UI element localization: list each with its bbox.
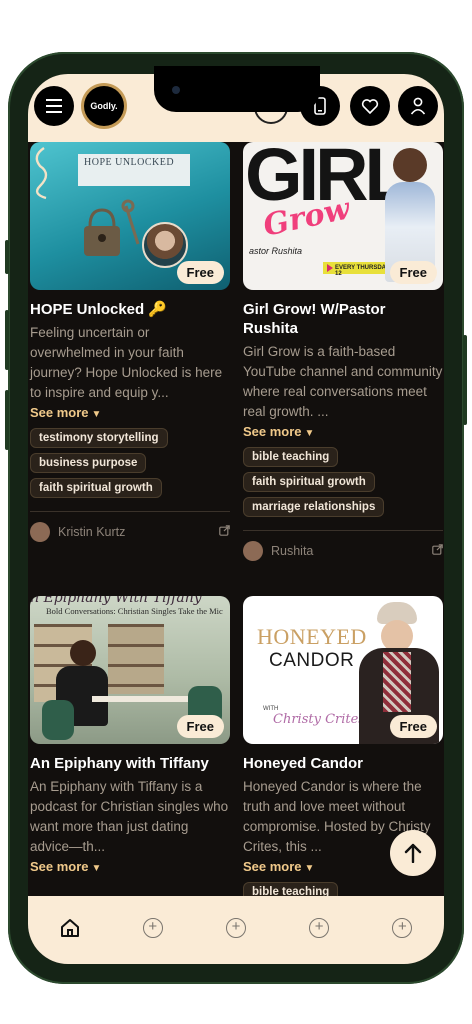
app-logo[interactable]: Godly. xyxy=(84,86,124,126)
swirl-icon xyxy=(35,147,48,200)
heart-icon xyxy=(361,99,379,114)
host-scarf xyxy=(383,652,411,712)
host-head xyxy=(393,148,427,182)
nav-add[interactable]: + xyxy=(299,916,339,940)
cover-image[interactable]: HOPE UNLOCKED Free xyxy=(30,142,230,290)
tag-list: bible teaching faith spiritual growth ma… xyxy=(243,447,443,522)
chevron-down-icon: ▼ xyxy=(304,863,315,874)
card-description: Feeling uncertain or overwhelmed in your… xyxy=(30,325,223,400)
card-title[interactable]: An Epiphany with Tiffany xyxy=(30,754,230,773)
tag[interactable]: bible teaching xyxy=(243,882,339,896)
tag[interactable]: faith spiritual growth xyxy=(243,472,375,492)
chevron-down-icon: ▼ xyxy=(304,428,315,439)
free-badge: Free xyxy=(389,261,437,284)
nav-add[interactable]: + xyxy=(133,916,173,940)
arrow-up-icon xyxy=(404,843,422,863)
cover-subtitle: astor Rushita xyxy=(249,246,303,256)
host-head xyxy=(70,640,96,666)
author-row[interactable]: Kristin Kurtz xyxy=(30,522,230,542)
favorites-button[interactable] xyxy=(350,86,390,126)
scroll-to-top-button[interactable] xyxy=(390,830,436,876)
nav-add[interactable]: + xyxy=(382,916,422,940)
divider xyxy=(30,511,230,512)
plus-circle-icon: + xyxy=(392,918,413,938)
side-button xyxy=(463,335,467,425)
card-title[interactable]: Girl Grow! W/Pastor Rushita xyxy=(243,300,443,338)
free-badge: Free xyxy=(389,715,437,738)
cover-title-2: CANDOR xyxy=(269,650,355,671)
see-more-label: See more xyxy=(30,405,89,420)
cover-title: An Epiphany With Tiffany xyxy=(30,596,202,606)
nav-add[interactable]: + xyxy=(216,916,256,940)
cover-image[interactable]: An Epiphany With Tiffany Bold Conversati… xyxy=(30,596,230,744)
avatar xyxy=(30,522,50,542)
side-button xyxy=(5,390,9,450)
cover-image[interactable]: GIRL Grow astor Rushita EVERY THURSDAY 1… xyxy=(243,142,443,290)
menu-button[interactable] xyxy=(34,86,74,126)
see-more-label: See more xyxy=(243,859,302,874)
plus-circle-icon: + xyxy=(225,918,246,938)
card-title[interactable]: HOPE Unlocked 🔑 xyxy=(30,300,230,319)
see-more-link[interactable]: See more ▼ xyxy=(30,405,230,420)
plus-circle-icon: + xyxy=(142,918,163,938)
see-more-link[interactable]: See more ▼ xyxy=(30,859,230,874)
home-icon xyxy=(60,919,79,937)
cover-title: HONEYED xyxy=(257,624,367,649)
avatar xyxy=(243,541,263,561)
user-icon xyxy=(410,97,426,115)
tag-list: bible teaching xyxy=(243,882,443,896)
tag[interactable]: business purpose xyxy=(30,453,147,473)
tag[interactable]: faith spiritual growth xyxy=(30,478,162,498)
tag[interactable]: testimony storytelling xyxy=(30,428,168,448)
free-badge: Free xyxy=(176,261,224,284)
podcast-card[interactable]: An Epiphany With Tiffany Bold Conversati… xyxy=(30,596,230,874)
chair xyxy=(42,700,74,740)
podcast-card[interactable]: HOPE UNLOCKED Free HOPE Unlocked 🔑 Feeli… xyxy=(30,142,230,542)
author-name: Kristin Kurtz xyxy=(58,525,126,539)
app-screen: Godly. HOPE UNLOCKED Free HOPE Unlocked … xyxy=(28,74,444,964)
cover-subtitle: Bold Conversations: Christian Singles Ta… xyxy=(46,606,223,616)
podcast-card[interactable]: GIRL Grow astor Rushita EVERY THURSDAY 1… xyxy=(243,142,443,561)
host-photo xyxy=(142,222,188,268)
cover-title-box: HOPE UNLOCKED xyxy=(78,154,190,186)
divider xyxy=(243,530,443,531)
free-badge: Free xyxy=(176,715,224,738)
cover-title: HOPE UNLOCKED xyxy=(84,157,175,168)
nav-home[interactable] xyxy=(50,916,90,940)
play-icon xyxy=(327,264,333,272)
card-title[interactable]: Honeyed Candor xyxy=(243,754,443,773)
card-description: Girl Grow is a faith-based YouTube chann… xyxy=(243,344,443,419)
side-button xyxy=(5,240,9,274)
desk xyxy=(92,696,188,702)
author-row[interactable]: Rushita xyxy=(243,541,443,561)
tag-list: testimony storytelling business purpose … xyxy=(30,428,230,503)
notch xyxy=(154,66,320,112)
author-name: Rushita xyxy=(271,544,314,558)
cover-image[interactable]: HONEYED CANDOR WITH Christy Crites Free xyxy=(243,596,443,744)
side-button xyxy=(5,310,9,370)
bottom-nav: + + + + xyxy=(28,896,444,964)
see-more-label: See more xyxy=(243,424,302,439)
tag[interactable]: bible teaching xyxy=(243,447,339,467)
chevron-down-icon: ▼ xyxy=(91,409,102,420)
tag[interactable]: marriage relationships xyxy=(243,497,385,517)
cover-host: Christy Crites xyxy=(273,712,365,727)
plus-circle-icon: + xyxy=(309,918,330,938)
card-description: An Epiphany with Tiffany is a podcast fo… xyxy=(30,779,229,854)
see-more-label: See more xyxy=(30,859,89,874)
profile-button[interactable] xyxy=(398,86,438,126)
external-link-icon[interactable] xyxy=(219,525,230,539)
see-more-link[interactable]: See more ▼ xyxy=(243,424,443,439)
bookshelf xyxy=(108,624,164,694)
feed[interactable]: HOPE UNLOCKED Free HOPE Unlocked 🔑 Feeli… xyxy=(28,142,444,896)
external-link-icon[interactable] xyxy=(432,544,443,558)
hamburger-icon xyxy=(46,99,62,113)
chevron-down-icon: ▼ xyxy=(91,863,102,874)
